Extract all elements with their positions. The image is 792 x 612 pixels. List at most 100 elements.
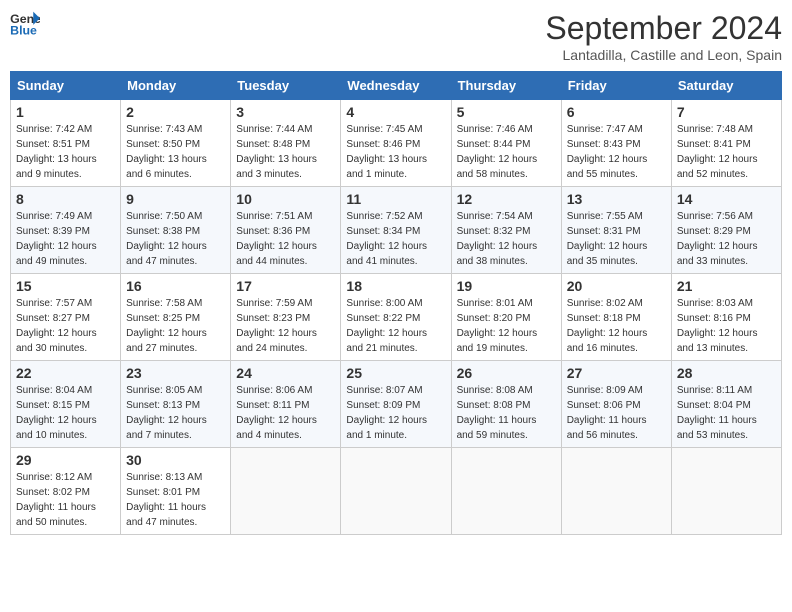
calendar-week-1: 1 Sunrise: 7:42 AMSunset: 8:51 PMDaylight…: [11, 100, 782, 187]
day-info: Sunrise: 8:06 AMSunset: 8:11 PMDaylight:…: [236, 383, 335, 443]
day-info: Sunrise: 8:09 AMSunset: 8:06 PMDaylight:…: [567, 383, 666, 443]
day-info: Sunrise: 7:46 AMSunset: 8:44 PMDaylight:…: [457, 122, 556, 182]
day-info: Sunrise: 8:12 AMSunset: 8:02 PMDaylight:…: [16, 470, 115, 530]
day-info: Sunrise: 7:44 AMSunset: 8:48 PMDaylight:…: [236, 122, 335, 182]
day-info: Sunrise: 7:45 AMSunset: 8:46 PMDaylight:…: [346, 122, 445, 182]
calendar-cell: 9Sunrise: 7:50 AMSunset: 8:38 PMDaylight…: [121, 187, 231, 274]
calendar-cell: 18 Sunrise: 8:00 AMSunset: 8:22 PMDayligh…: [341, 274, 451, 361]
day-info: Sunrise: 7:48 AMSunset: 8:41 PMDaylight:…: [677, 122, 776, 182]
calendar-cell: [231, 448, 341, 535]
day-number: 3: [236, 104, 335, 120]
header-row: SundayMondayTuesdayWednesdayThursdayFrid…: [11, 72, 782, 100]
calendar-cell: 7 Sunrise: 7:48 AMSunset: 8:41 PMDaylight…: [671, 100, 781, 187]
day-number: 22: [16, 365, 115, 381]
calendar-table: SundayMondayTuesdayWednesdayThursdayFrid…: [10, 71, 782, 535]
calendar-cell: 19 Sunrise: 8:01 AMSunset: 8:20 PMDayligh…: [451, 274, 561, 361]
day-number: 8: [16, 191, 115, 207]
day-info: Sunrise: 7:42 AMSunset: 8:51 PMDaylight:…: [16, 122, 115, 182]
day-number: 6: [567, 104, 666, 120]
calendar-cell: [341, 448, 451, 535]
header-monday: Monday: [121, 72, 231, 100]
day-number: 28: [677, 365, 776, 381]
day-number: 27: [567, 365, 666, 381]
day-number: 29: [16, 452, 115, 468]
calendar-cell: 23 Sunrise: 8:05 AMSunset: 8:13 PMDayligh…: [121, 361, 231, 448]
calendar-cell: 5 Sunrise: 7:46 AMSunset: 8:44 PMDaylight…: [451, 100, 561, 187]
month-title: September 2024: [545, 10, 782, 47]
day-info: Sunrise: 8:13 AMSunset: 8:01 PMDaylight:…: [126, 470, 225, 530]
day-info: Sunrise: 8:00 AMSunset: 8:22 PMDaylight:…: [346, 296, 445, 356]
page-header: General Blue September 2024 Lantadilla, …: [10, 10, 782, 63]
calendar-cell: 27 Sunrise: 8:09 AMSunset: 8:06 PMDayligh…: [561, 361, 671, 448]
calendar-cell: 4 Sunrise: 7:45 AMSunset: 8:46 PMDaylight…: [341, 100, 451, 187]
header-sunday: Sunday: [11, 72, 121, 100]
day-info: Sunrise: 7:58 AMSunset: 8:25 PMDaylight:…: [126, 296, 225, 356]
calendar-cell: [561, 448, 671, 535]
day-number: 15: [16, 278, 115, 294]
day-number: 17: [236, 278, 335, 294]
day-info: Sunrise: 8:05 AMSunset: 8:13 PMDaylight:…: [126, 383, 225, 443]
calendar-week-3: 15 Sunrise: 7:57 AMSunset: 8:27 PMDayligh…: [11, 274, 782, 361]
day-number: 14: [677, 191, 776, 207]
calendar-cell: [451, 448, 561, 535]
day-number: 30: [126, 452, 225, 468]
location-subtitle: Lantadilla, Castille and Leon, Spain: [545, 47, 782, 63]
calendar-cell: 3 Sunrise: 7:44 AMSunset: 8:48 PMDaylight…: [231, 100, 341, 187]
day-info: Sunrise: 7:59 AMSunset: 8:23 PMDaylight:…: [236, 296, 335, 356]
calendar-cell: 29 Sunrise: 8:12 AMSunset: 8:02 PMDayligh…: [11, 448, 121, 535]
calendar-cell: 16 Sunrise: 7:58 AMSunset: 8:25 PMDayligh…: [121, 274, 231, 361]
calendar-cell: 1 Sunrise: 7:42 AMSunset: 8:51 PMDaylight…: [11, 100, 121, 187]
calendar-week-5: 29 Sunrise: 8:12 AMSunset: 8:02 PMDayligh…: [11, 448, 782, 535]
day-number: 18: [346, 278, 445, 294]
calendar-week-4: 22 Sunrise: 8:04 AMSunset: 8:15 PMDayligh…: [11, 361, 782, 448]
day-info: Sunrise: 7:47 AMSunset: 8:43 PMDaylight:…: [567, 122, 666, 182]
day-info: Sunrise: 7:52 AMSunset: 8:34 PMDaylight:…: [346, 209, 445, 269]
day-number: 19: [457, 278, 556, 294]
day-info: Sunrise: 8:11 AMSunset: 8:04 PMDaylight:…: [677, 383, 776, 443]
day-number: 16: [126, 278, 225, 294]
calendar-cell: 22 Sunrise: 8:04 AMSunset: 8:15 PMDayligh…: [11, 361, 121, 448]
header-saturday: Saturday: [671, 72, 781, 100]
calendar-cell: 30 Sunrise: 8:13 AMSunset: 8:01 PMDayligh…: [121, 448, 231, 535]
day-number: 13: [567, 191, 666, 207]
calendar-cell: 14 Sunrise: 7:56 AMSunset: 8:29 PMDayligh…: [671, 187, 781, 274]
calendar-cell: 10Sunrise: 7:51 AMSunset: 8:36 PMDayligh…: [231, 187, 341, 274]
day-info: Sunrise: 7:56 AMSunset: 8:29 PMDaylight:…: [677, 209, 776, 269]
day-number: 5: [457, 104, 556, 120]
calendar-cell: 28 Sunrise: 8:11 AMSunset: 8:04 PMDayligh…: [671, 361, 781, 448]
day-info: Sunrise: 8:02 AMSunset: 8:18 PMDaylight:…: [567, 296, 666, 356]
header-friday: Friday: [561, 72, 671, 100]
calendar-cell: 8Sunrise: 7:49 AMSunset: 8:39 PMDaylight…: [11, 187, 121, 274]
calendar-cell: 11Sunrise: 7:52 AMSunset: 8:34 PMDayligh…: [341, 187, 451, 274]
day-number: 23: [126, 365, 225, 381]
day-number: 12: [457, 191, 556, 207]
svg-text:Blue: Blue: [10, 24, 37, 38]
title-area: September 2024 Lantadilla, Castille and …: [545, 10, 782, 63]
day-number: 2: [126, 104, 225, 120]
day-number: 21: [677, 278, 776, 294]
calendar-cell: 15 Sunrise: 7:57 AMSunset: 8:27 PMDayligh…: [11, 274, 121, 361]
day-number: 24: [236, 365, 335, 381]
calendar-cell: 12 Sunrise: 7:54 AMSunset: 8:32 PMDayligh…: [451, 187, 561, 274]
calendar-cell: 6 Sunrise: 7:47 AMSunset: 8:43 PMDaylight…: [561, 100, 671, 187]
logo: General Blue: [10, 10, 40, 38]
calendar-cell: [671, 448, 781, 535]
calendar-cell: 21Sunrise: 8:03 AMSunset: 8:16 PMDayligh…: [671, 274, 781, 361]
day-info: Sunrise: 7:55 AMSunset: 8:31 PMDaylight:…: [567, 209, 666, 269]
day-number: 4: [346, 104, 445, 120]
day-info: Sunrise: 7:43 AMSunset: 8:50 PMDaylight:…: [126, 122, 225, 182]
day-number: 7: [677, 104, 776, 120]
calendar-cell: 20Sunrise: 8:02 AMSunset: 8:18 PMDayligh…: [561, 274, 671, 361]
header-thursday: Thursday: [451, 72, 561, 100]
day-info: Sunrise: 7:57 AMSunset: 8:27 PMDaylight:…: [16, 296, 115, 356]
calendar-cell: 26Sunrise: 8:08 AMSunset: 8:08 PMDayligh…: [451, 361, 561, 448]
day-info: Sunrise: 8:01 AMSunset: 8:20 PMDaylight:…: [457, 296, 556, 356]
day-info: Sunrise: 8:08 AMSunset: 8:08 PMDaylight:…: [457, 383, 556, 443]
day-info: Sunrise: 7:54 AMSunset: 8:32 PMDaylight:…: [457, 209, 556, 269]
calendar-cell: 13 Sunrise: 7:55 AMSunset: 8:31 PMDayligh…: [561, 187, 671, 274]
calendar-cell: 24 Sunrise: 8:06 AMSunset: 8:11 PMDayligh…: [231, 361, 341, 448]
day-number: 1: [16, 104, 115, 120]
day-number: 9: [126, 191, 225, 207]
logo-icon: General Blue: [10, 10, 40, 38]
day-info: Sunrise: 8:04 AMSunset: 8:15 PMDaylight:…: [16, 383, 115, 443]
